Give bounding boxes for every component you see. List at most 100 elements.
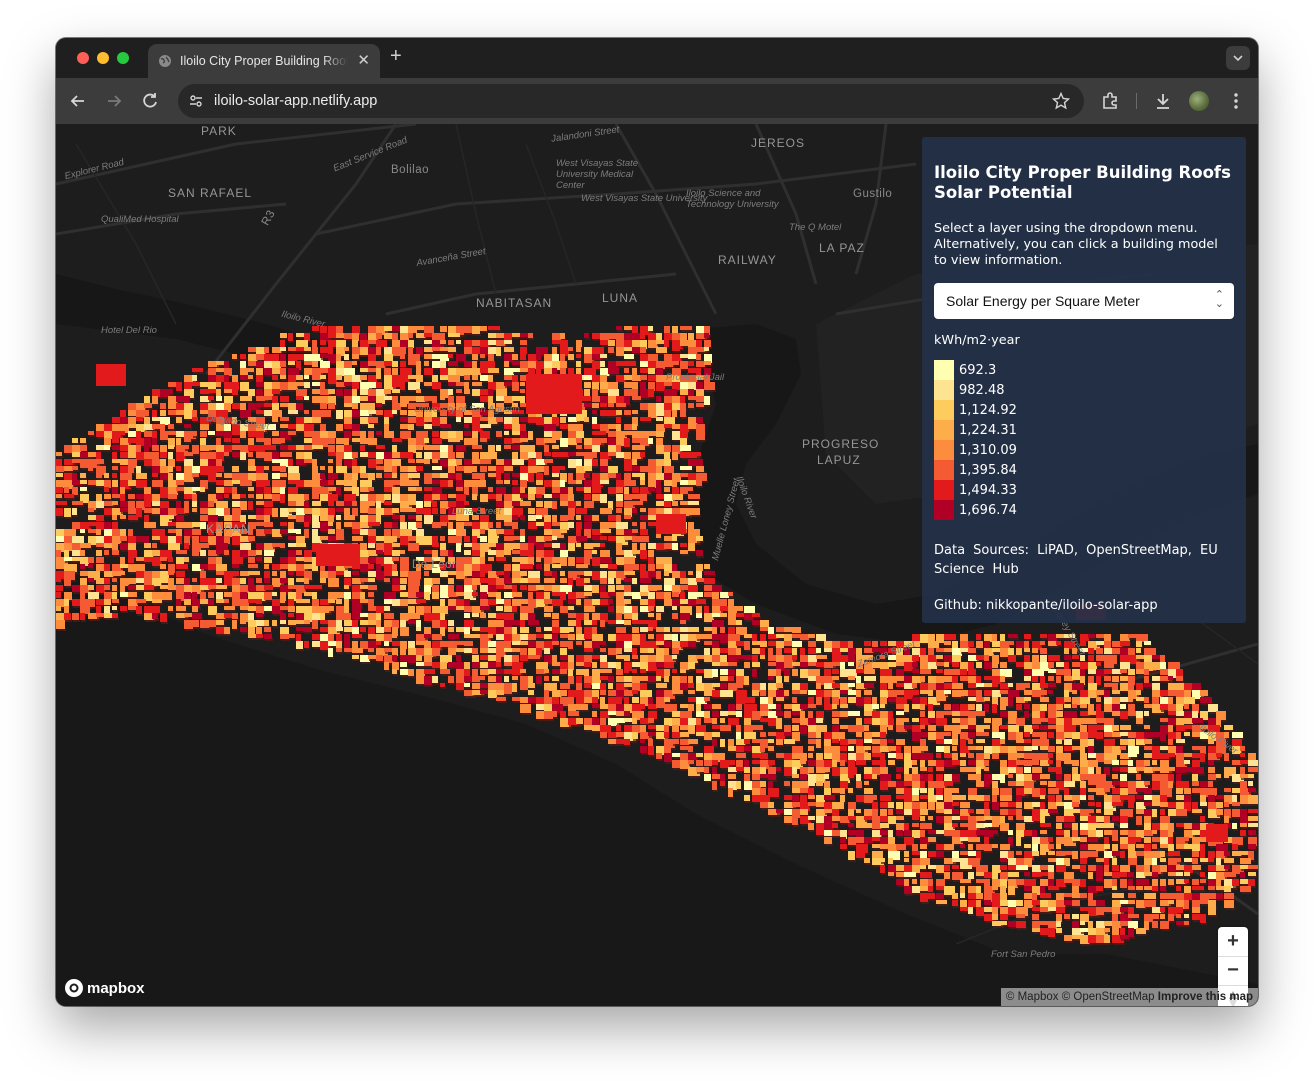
building[interactable] <box>304 347 311 351</box>
building[interactable] <box>168 494 177 499</box>
building[interactable] <box>704 382 715 390</box>
building[interactable] <box>344 571 351 577</box>
building[interactable] <box>688 459 697 466</box>
building[interactable] <box>336 536 344 540</box>
building[interactable] <box>632 592 641 599</box>
building[interactable] <box>184 599 191 605</box>
building[interactable] <box>352 361 357 365</box>
building[interactable] <box>640 452 645 457</box>
building[interactable] <box>408 487 417 491</box>
building[interactable] <box>472 452 479 459</box>
building[interactable] <box>416 431 428 438</box>
building[interactable] <box>360 592 365 600</box>
building[interactable] <box>280 522 287 526</box>
building[interactable] <box>616 347 624 356</box>
building[interactable] <box>328 340 337 347</box>
building[interactable] <box>448 522 453 529</box>
building[interactable] <box>352 571 359 575</box>
building[interactable] <box>496 417 503 422</box>
building[interactable] <box>72 508 77 515</box>
building[interactable] <box>400 368 412 375</box>
building[interactable] <box>432 543 439 547</box>
building[interactable] <box>552 515 557 522</box>
building[interactable] <box>56 487 63 493</box>
building[interactable] <box>680 431 688 438</box>
building[interactable] <box>504 459 512 467</box>
building[interactable] <box>416 501 423 508</box>
building[interactable] <box>576 347 581 352</box>
building[interactable] <box>336 522 341 529</box>
building[interactable] <box>240 585 249 593</box>
building[interactable] <box>568 543 575 551</box>
building[interactable] <box>344 410 353 417</box>
building[interactable] <box>256 473 268 481</box>
building[interactable] <box>560 557 567 566</box>
building[interactable] <box>264 445 276 450</box>
building[interactable] <box>88 599 95 607</box>
building[interactable] <box>176 515 184 521</box>
building[interactable] <box>536 487 545 495</box>
building[interactable] <box>152 501 160 506</box>
building[interactable] <box>696 592 703 597</box>
building[interactable] <box>184 438 191 442</box>
building[interactable] <box>128 557 134 563</box>
building[interactable] <box>480 536 487 542</box>
building[interactable] <box>80 571 88 576</box>
building[interactable] <box>496 543 504 551</box>
building[interactable] <box>656 557 664 565</box>
building[interactable] <box>152 438 157 446</box>
building[interactable] <box>520 585 527 590</box>
building[interactable] <box>520 382 525 386</box>
building[interactable] <box>312 417 321 423</box>
building[interactable] <box>256 375 263 383</box>
building[interactable] <box>256 361 265 367</box>
building[interactable] <box>288 347 296 351</box>
building[interactable] <box>472 382 482 386</box>
building[interactable] <box>304 592 313 596</box>
building[interactable] <box>192 368 203 372</box>
building[interactable] <box>304 508 312 514</box>
building[interactable] <box>640 564 646 572</box>
building[interactable] <box>528 522 537 529</box>
building[interactable] <box>592 536 601 540</box>
building[interactable] <box>96 515 104 521</box>
building[interactable] <box>304 522 309 527</box>
building[interactable] <box>584 396 591 401</box>
building[interactable] <box>320 375 326 379</box>
building[interactable] <box>216 543 228 550</box>
building[interactable] <box>416 515 422 521</box>
building[interactable] <box>144 445 149 453</box>
building[interactable] <box>192 487 201 491</box>
building[interactable] <box>488 487 493 492</box>
building[interactable] <box>592 599 600 605</box>
building[interactable] <box>224 494 229 498</box>
building[interactable] <box>592 410 597 414</box>
building[interactable] <box>608 592 617 596</box>
building[interactable] <box>592 389 598 397</box>
building[interactable] <box>56 466 64 472</box>
building[interactable] <box>280 452 292 457</box>
building[interactable] <box>608 445 617 453</box>
building[interactable] <box>368 585 377 590</box>
building[interactable] <box>544 592 550 600</box>
building[interactable] <box>56 592 61 598</box>
building[interactable] <box>112 522 118 529</box>
building[interactable] <box>120 445 128 451</box>
building[interactable] <box>232 564 239 568</box>
building[interactable] <box>216 473 222 477</box>
building[interactable] <box>144 543 151 548</box>
building[interactable] <box>216 508 225 516</box>
building[interactable] <box>560 522 569 530</box>
building[interactable] <box>152 494 160 502</box>
building[interactable] <box>608 347 614 353</box>
building[interactable] <box>592 417 597 424</box>
building[interactable] <box>616 473 621 480</box>
building[interactable] <box>688 403 694 408</box>
building[interactable] <box>360 340 369 347</box>
building[interactable] <box>336 515 341 520</box>
download-icon[interactable] <box>1150 88 1176 114</box>
building[interactable] <box>648 389 654 397</box>
building[interactable] <box>432 585 439 593</box>
building[interactable] <box>440 599 445 607</box>
building[interactable] <box>448 340 454 345</box>
